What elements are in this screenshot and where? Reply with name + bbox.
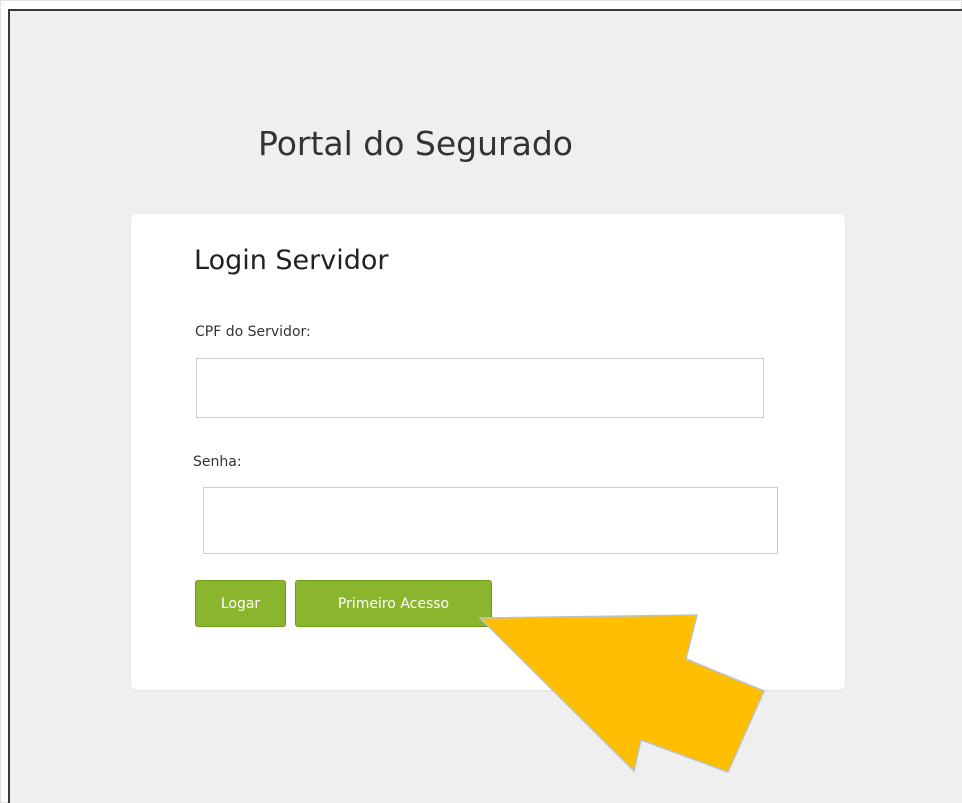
pointer-arrow-icon bbox=[478, 614, 765, 773]
